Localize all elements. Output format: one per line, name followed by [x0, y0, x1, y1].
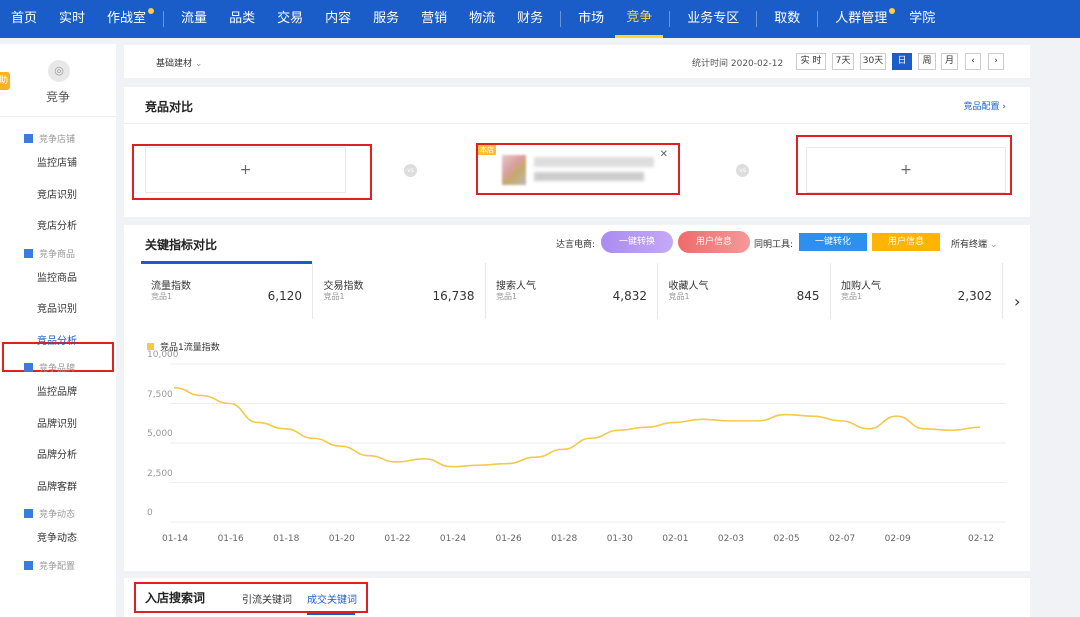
line-chart	[170, 363, 1006, 523]
search-card: 入店搜索词 引流关键词 成交关键词	[124, 578, 1030, 617]
highlight-box	[134, 582, 368, 613]
series-line	[173, 386, 981, 468]
